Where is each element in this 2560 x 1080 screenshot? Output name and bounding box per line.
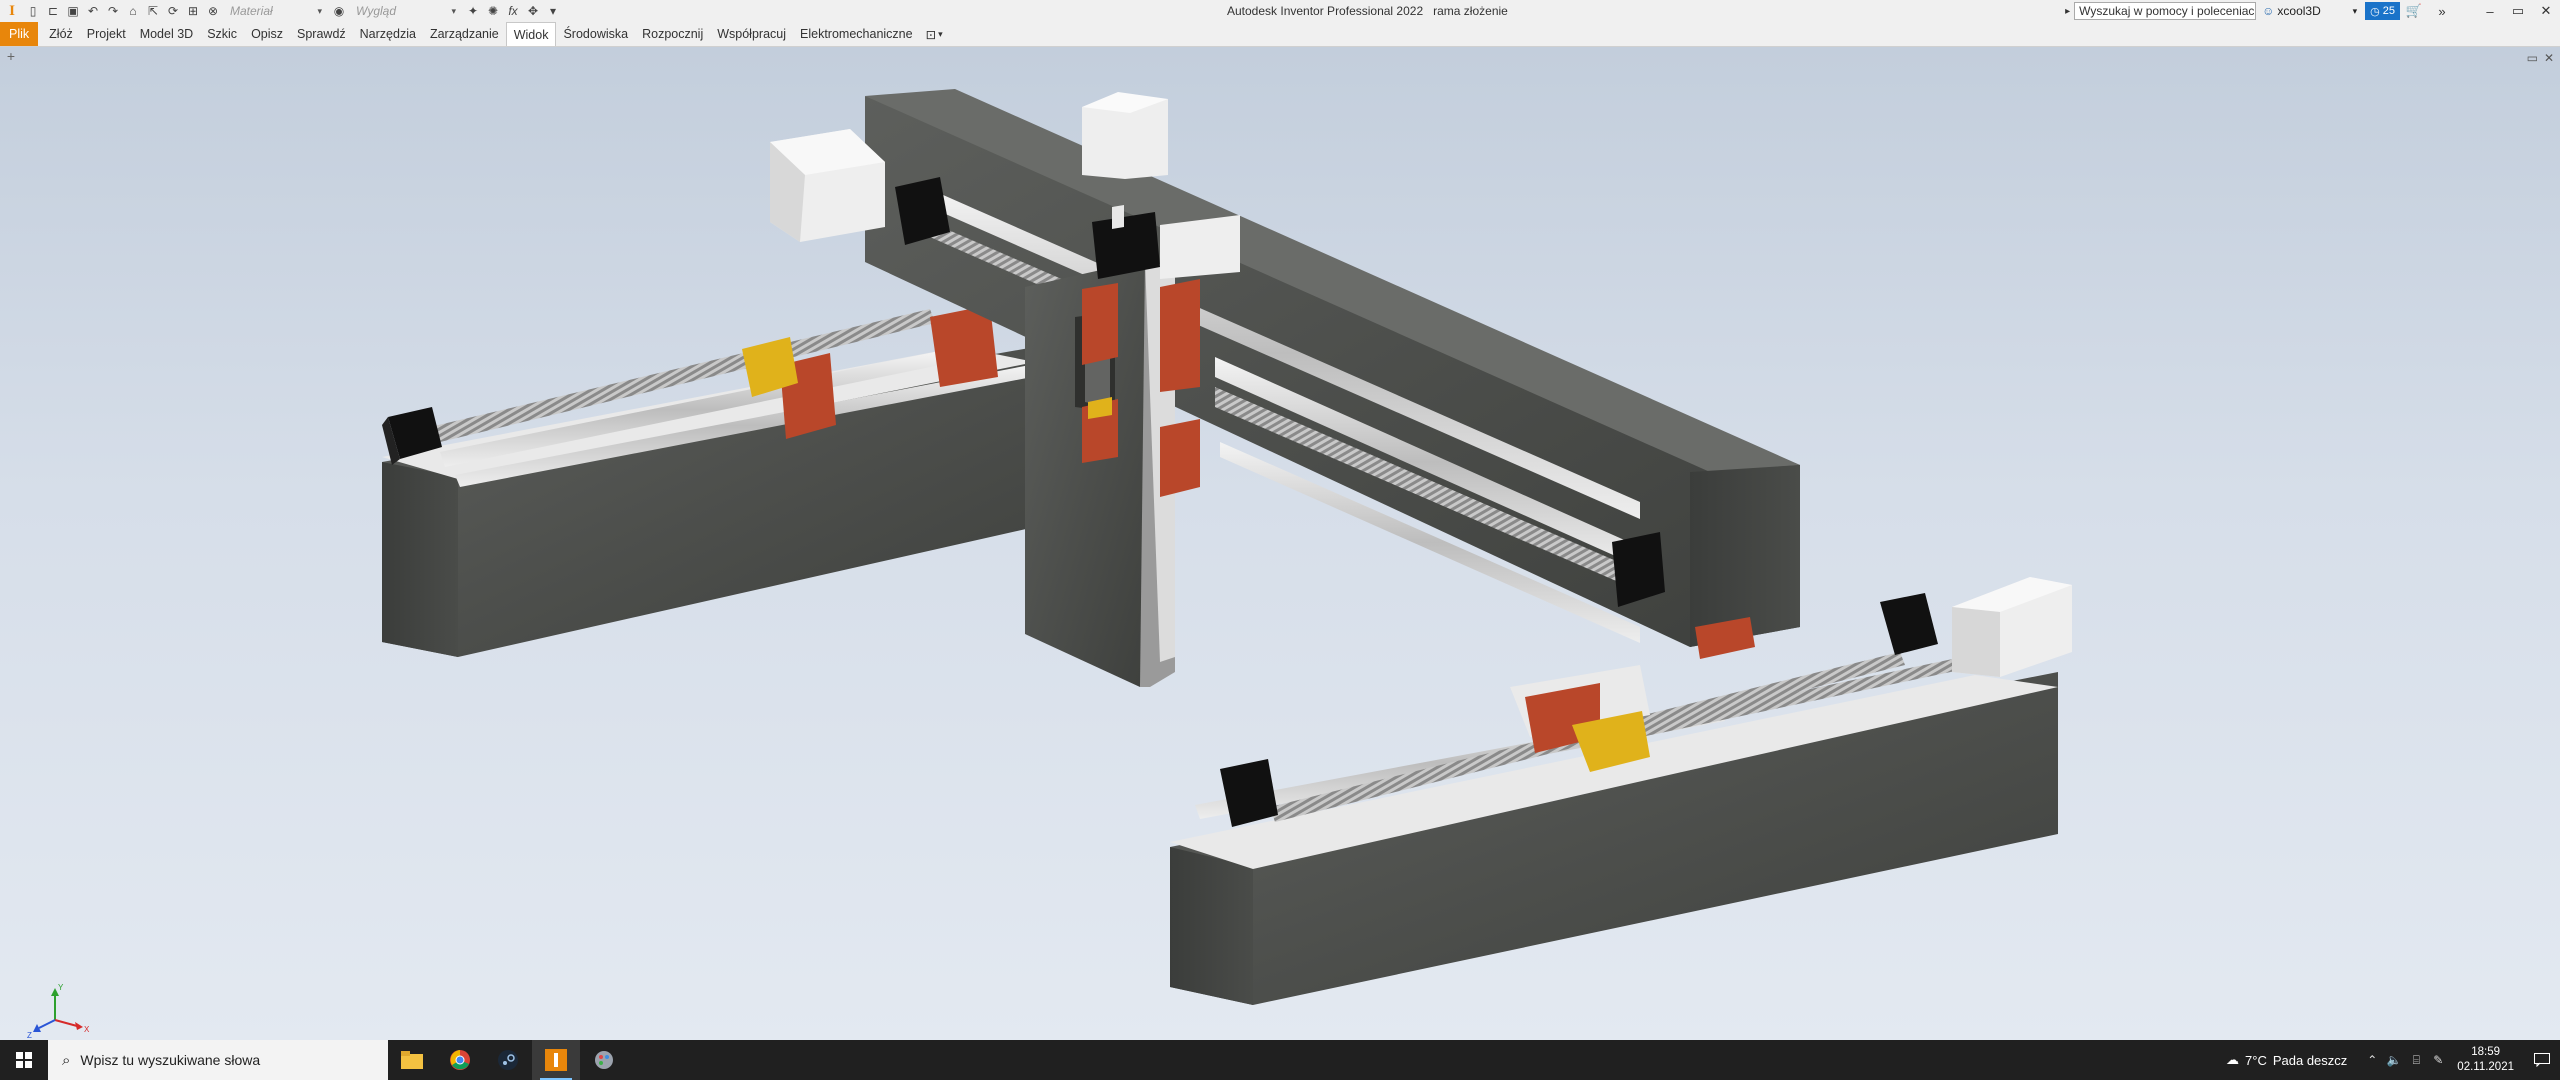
tab-collaborate[interactable]: Współpracuj: [710, 22, 793, 46]
speaker-icon[interactable]: 🔈: [2383, 1053, 2405, 1067]
file-explorer-icon[interactable]: [388, 1040, 436, 1080]
tab-manage[interactable]: Zarządzanie: [423, 22, 506, 46]
quick-access-toolbar: I ▯ ⊏ ▣ ↶ ↷ ⌂ ⇱ ⟳ ⊞ ⊗ Materiał ▾ ◉ Wygląd…: [0, 0, 560, 22]
system-tray: ☁ 7°C Pada deszcz ⌃ 🔈 ⌸ ✎ 18:59 02.11.20…: [2226, 1040, 2560, 1080]
inventor-logo-icon[interactable]: I: [4, 3, 20, 19]
tab-view[interactable]: Widok: [505, 22, 557, 46]
expand-search-icon[interactable]: ▸: [2065, 6, 2070, 17]
chevron-down-icon: ▾: [938, 28, 943, 39]
color-override-icon[interactable]: ✦: [466, 4, 480, 18]
left-motor-cover: [770, 129, 885, 242]
redo-icon[interactable]: ↷: [106, 4, 120, 18]
chevron-down-icon: ▾: [2352, 5, 2358, 16]
ribbon-options-dropdown[interactable]: ⊡ ▾: [920, 22, 949, 46]
undo-icon[interactable]: ↶: [86, 4, 100, 18]
taskbar-clock[interactable]: 18:59 02.11.2021: [2457, 1045, 2514, 1075]
tab-assemble[interactable]: Złóż: [42, 22, 80, 46]
fx-parameters-icon[interactable]: fx: [506, 4, 520, 18]
steam-icon[interactable]: [484, 1040, 532, 1080]
weather-widget[interactable]: ☁ 7°C Pada deszcz: [2226, 1052, 2347, 1068]
title-right-area: ▸ Wyszukaj w pomocy i poleceniach ☺ xcoo…: [2065, 0, 2560, 22]
save-icon[interactable]: ▣: [66, 4, 80, 18]
document-title: rama złożenie: [1433, 4, 1508, 18]
cart-icon[interactable]: 🛒: [2400, 0, 2428, 22]
right-motor-cover: [1952, 577, 2072, 677]
chevron-down-icon: ▾: [317, 5, 322, 16]
right-stepper-motor-near: [1220, 759, 1278, 827]
select-icon[interactable]: ⇱: [146, 4, 160, 18]
notification-center-icon[interactable]: [2524, 1053, 2560, 1067]
help-search-input[interactable]: Wyszukaj w pomocy i poleceniach: [2074, 2, 2257, 20]
show-hidden-icons-icon[interactable]: ⌃: [2361, 1053, 2383, 1067]
customize-qat-icon[interactable]: ▾: [546, 4, 560, 18]
cnc-frame-assembly-model[interactable]: [0, 47, 2560, 1040]
appearance-combo[interactable]: Wygląd ▾: [352, 3, 460, 19]
taskbar-search-input[interactable]: ⌕ Wpisz tu wyszukiwane słowa: [48, 1040, 388, 1080]
clock-time: 18:59: [2471, 1046, 2501, 1058]
more-icon[interactable]: »: [2428, 0, 2456, 22]
clock-icon: ◷: [2370, 5, 2380, 18]
tab-sketch[interactable]: Szkic: [200, 22, 244, 46]
inventor-taskbar-icon[interactable]: [532, 1040, 580, 1080]
tab-electromechanical[interactable]: Elektromechaniczne: [793, 22, 920, 46]
search-icon: ⌕: [62, 1051, 71, 1069]
tab-environments[interactable]: Środowiska: [556, 22, 635, 46]
tab-inspect[interactable]: Sprawdź: [290, 22, 353, 46]
windows-taskbar: ⌕ Wpisz tu wyszukiwane słowa ☁ 7°C Pada …: [0, 1040, 2560, 1080]
open-folder-icon[interactable]: ⊏: [46, 4, 60, 18]
windows-logo-icon: [16, 1052, 32, 1068]
measure-icon[interactable]: ⊞: [186, 4, 200, 18]
tab-design[interactable]: Projekt: [80, 22, 133, 46]
z-axis-label: Z: [27, 1031, 32, 1040]
network-icon[interactable]: ⌸: [2405, 1053, 2427, 1068]
new-file-icon[interactable]: ▯: [26, 4, 40, 18]
rain-cloud-icon: ☁: [2226, 1052, 2240, 1067]
tab-tools[interactable]: Narzędzia: [353, 22, 423, 46]
graphics-viewport[interactable]: + ▭ ✕ Y X Z: [0, 47, 2560, 1040]
panel-toggle-icon: ⊡: [925, 27, 937, 42]
y-axis-label: Y: [58, 983, 64, 992]
pen-icon[interactable]: ✎: [2427, 1053, 2449, 1067]
x-axis-arrow: [75, 1022, 83, 1030]
material-icon: ⊗: [207, 4, 219, 18]
tab-annotate[interactable]: Opisz: [244, 22, 290, 46]
chrome-icon[interactable]: [436, 1040, 484, 1080]
tab-file[interactable]: Plik: [0, 22, 39, 46]
app-title: Autodesk Inventor Professional 2022: [1227, 4, 1424, 18]
z-axis-line: [38, 1019, 56, 1029]
user-account[interactable]: ☺ xcool3D ▾: [2262, 4, 2357, 18]
window-title: Autodesk Inventor Professional 2022 rama …: [1227, 4, 1508, 18]
maximize-button[interactable]: ▭: [2504, 0, 2532, 22]
clear-appearance-icon[interactable]: ✺: [486, 4, 500, 18]
update-icon[interactable]: ⟳: [166, 4, 180, 18]
adjust-icon[interactable]: ✥: [526, 4, 540, 18]
paint-app-icon[interactable]: [580, 1040, 628, 1080]
chevron-down-icon: ▾: [451, 5, 456, 16]
x-axis-line: [54, 1019, 78, 1027]
home-icon[interactable]: ⌂: [126, 4, 140, 18]
x-axis-label: X: [84, 1025, 90, 1034]
close-button[interactable]: ✕: [2532, 0, 2560, 22]
ribbon-tabs: Plik Złóż Projekt Model 3D Szkic Opisz S…: [0, 22, 2560, 47]
user-icon: ☺: [2262, 4, 2275, 18]
tab-3d-model[interactable]: Model 3D: [133, 22, 201, 46]
notifications-badge[interactable]: ◷ 25: [2365, 2, 2400, 20]
right-stepper-motor-far: [1880, 593, 1938, 655]
title-bar: I ▯ ⊏ ▣ ↶ ↷ ⌂ ⇱ ⟳ ⊞ ⊗ Materiał ▾ ◉ Wygląd…: [0, 0, 2560, 22]
clock-date: 02.11.2021: [2457, 1061, 2514, 1073]
tab-get-started[interactable]: Rozpocznij: [635, 22, 710, 46]
minimize-button[interactable]: –: [2476, 0, 2504, 22]
material-combo[interactable]: Materiał ▾: [226, 3, 326, 19]
view-triad[interactable]: Y X Z: [25, 982, 95, 1040]
appearance-icon: ◉: [333, 4, 345, 18]
start-button[interactable]: [0, 1040, 48, 1080]
